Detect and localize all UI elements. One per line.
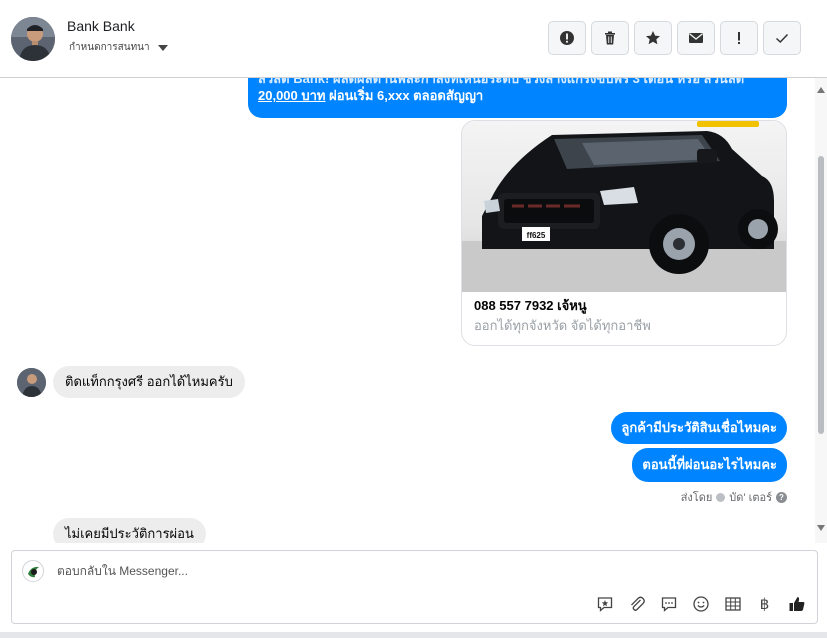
- incoming-message[interactable]: ไม่เคยมีประวัติการผ่อน: [53, 518, 206, 543]
- attach-button[interactable]: [626, 593, 647, 614]
- incoming-message[interactable]: ติดแท็กกรุงศรี ออกได้ไหมครับ: [53, 366, 245, 398]
- trash-icon: [605, 31, 615, 45]
- calendar-table-icon: [724, 596, 741, 611]
- promo-text-line2: 20,000 บาท ผ่อนเริ่ม 6,xxx ตลอดสัญญา: [258, 85, 483, 106]
- mark-done-button[interactable]: [763, 21, 801, 55]
- product-card[interactable]: ff625 088 557 7932 เจ้หนู ออกได้ทุกจังหว…: [461, 120, 787, 346]
- promo-price-link[interactable]: 20,000 บาท: [258, 88, 326, 103]
- outgoing-message[interactable]: ลูกค้ามีประวัติสินเชื่อไหมคะ: [611, 412, 787, 444]
- composer-toolbar: ฿: [594, 593, 807, 614]
- saved-reply-button[interactable]: [594, 593, 615, 614]
- sent-by-label: ส่งโดย: [680, 492, 713, 504]
- assign-conversation-dropdown[interactable]: กำหนดการสนทนา: [69, 40, 168, 55]
- scroll-up-arrow-icon[interactable]: [817, 87, 825, 93]
- payment-button[interactable]: ฿: [754, 593, 775, 614]
- attach-icon: [630, 596, 645, 611]
- outgoing-message-promo[interactable]: สวัสดี Bank! ผลิตผลิตานพละกาสังทีเหนือระ…: [248, 78, 787, 118]
- alert-circle-icon: [560, 31, 574, 45]
- pickup-truck-image: ff625: [462, 121, 786, 292]
- scroll-thumb[interactable]: [818, 156, 824, 434]
- help-icon[interactable]: ?: [776, 491, 787, 503]
- thread-scrollbar[interactable]: [815, 78, 827, 543]
- mark-unread-button[interactable]: [677, 21, 715, 55]
- emoji-button[interactable]: [690, 593, 711, 614]
- assign-label: กำหนดการสนทนา: [69, 42, 150, 53]
- reply-composer: ฿: [11, 550, 818, 624]
- promo-text-rest: ผ่อนเริ่ม 6,xxx ตลอดสัญญา: [325, 88, 484, 103]
- window-bottom-edge: [0, 632, 827, 638]
- check-icon: [775, 33, 789, 44]
- thumbs-up-icon: [789, 596, 804, 611]
- emoji-icon: [692, 595, 709, 612]
- exclamation-icon: [738, 32, 740, 44]
- sent-by-info: ส่งโดย บัด' เตอร์ ?: [681, 488, 787, 506]
- appointment-button[interactable]: [722, 593, 743, 614]
- page-logo: [22, 560, 44, 582]
- chat-bubble-icon: [661, 596, 676, 612]
- follow-up-button[interactable]: [720, 21, 758, 55]
- card-subtitle: ออกได้ทุกจังหวัด จัดได้ทุกอาชีพ: [474, 318, 651, 333]
- star-icon: [646, 31, 660, 45]
- reply-input[interactable]: [57, 564, 757, 578]
- chevron-down-icon: [157, 44, 168, 51]
- envelope-icon: [689, 33, 703, 43]
- outgoing-message[interactable]: ตอนนี้ที่ผ่อนอะไรไหมคะ: [632, 448, 787, 482]
- delete-button[interactable]: [591, 21, 629, 55]
- quick-reply-button[interactable]: [658, 593, 679, 614]
- delivered-icon: [716, 492, 726, 502]
- conversation-header: Bank Bank กำหนดการสนทนา: [0, 0, 827, 78]
- star-button[interactable]: [634, 21, 672, 55]
- sender-avatar[interactable]: [17, 368, 46, 397]
- contact-avatar[interactable]: [11, 17, 55, 61]
- message-thread: สวัสดี Bank! ผลิตผลิตานพละกาสังทีเหนือระ…: [0, 78, 815, 543]
- card-title: 088 557 7932 เจ้หนู: [474, 298, 587, 313]
- license-plate: ff625: [527, 231, 546, 240]
- like-button[interactable]: [786, 593, 807, 614]
- scroll-down-arrow-icon[interactable]: [817, 525, 825, 531]
- mark-spam-button[interactable]: [548, 21, 586, 55]
- contact-name[interactable]: Bank Bank: [67, 18, 135, 34]
- conversation-toolbar: [548, 21, 801, 55]
- inbox-conversation-view: Bank Bank กำหนดการสนทนา สวัสดี Bank! ผลิ…: [0, 0, 827, 638]
- sent-by-name[interactable]: บัด' เตอร์: [729, 488, 772, 506]
- saved-reply-icon: [597, 596, 612, 612]
- baht-icon: ฿: [759, 595, 770, 613]
